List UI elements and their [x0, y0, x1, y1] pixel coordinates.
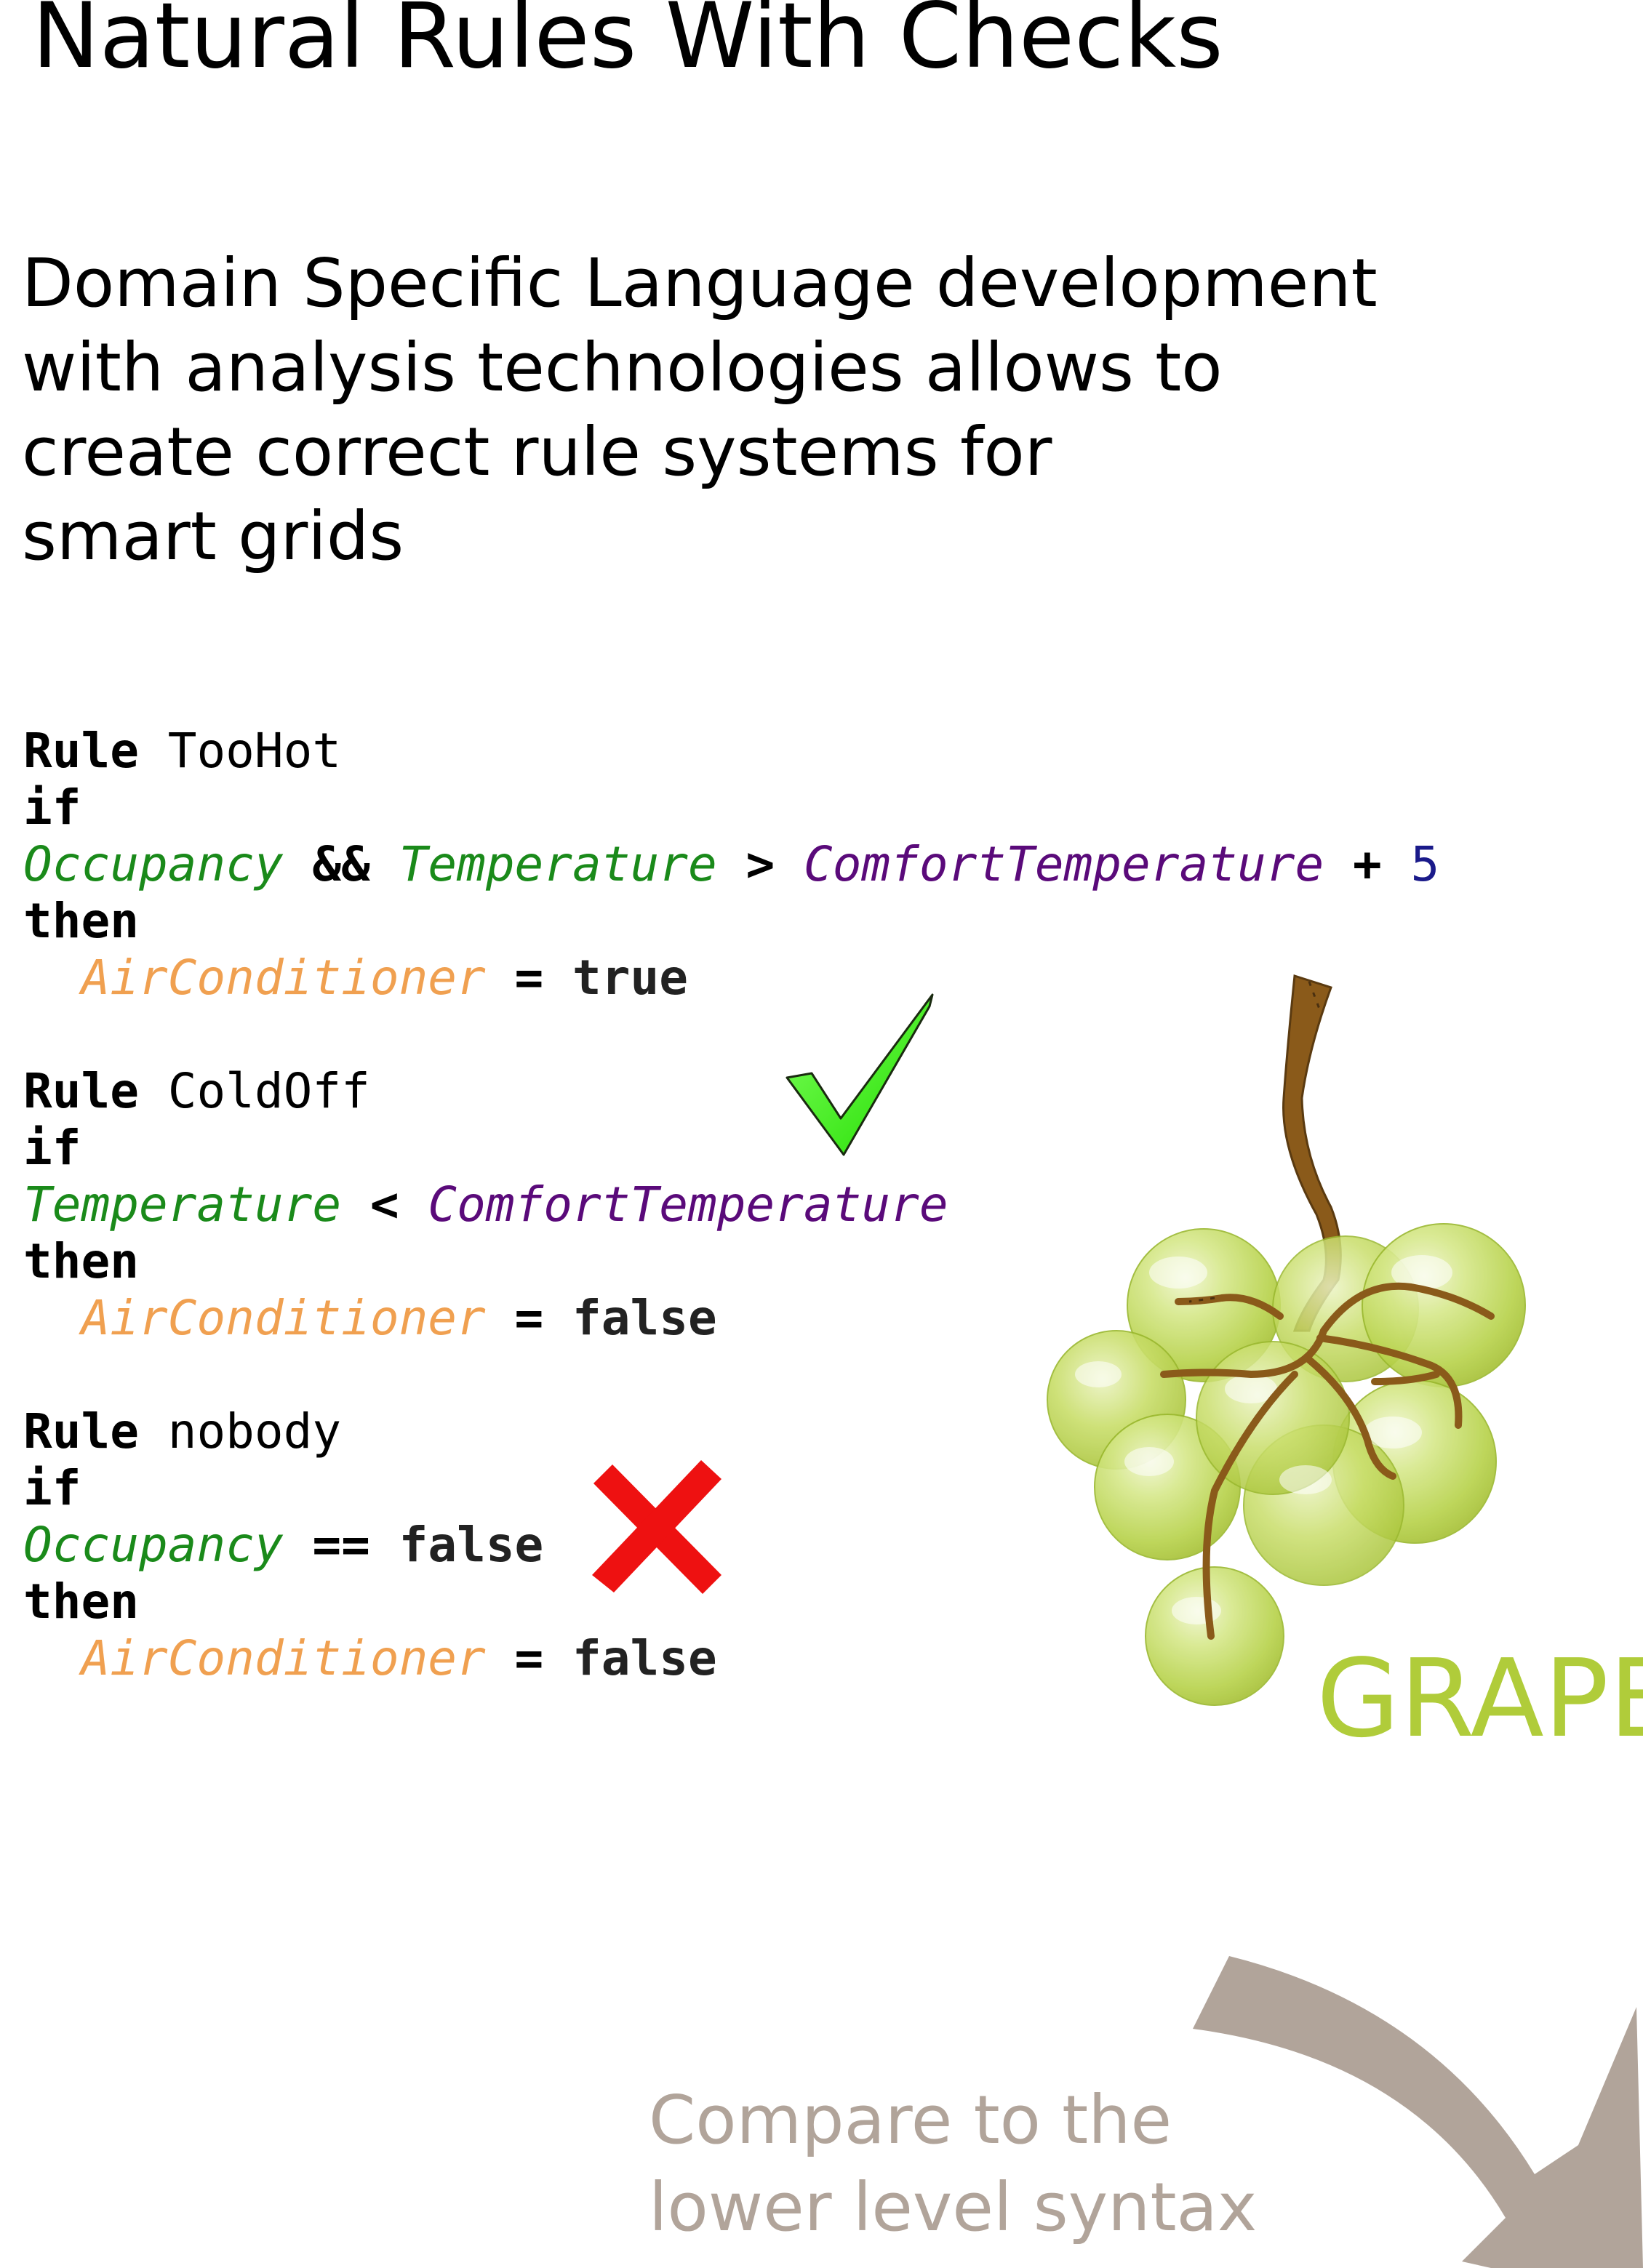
compare-note: Compare to the lower level syntax — [649, 2077, 1257, 2251]
rule-action: AirConditioner = false — [23, 1630, 717, 1687]
action-value: false — [572, 1290, 717, 1346]
operator: > — [745, 836, 775, 892]
compare-line: lower level syntax — [649, 2168, 1258, 2246]
condition-variable: Occupancy — [23, 1517, 284, 1573]
intro-text: Domain Specific Language development wit… — [22, 241, 1378, 579]
action-value: false — [572, 1630, 717, 1686]
intro-line: Domain Specific Language development — [22, 244, 1378, 322]
operator: = — [514, 950, 544, 1006]
operator: = — [514, 1630, 544, 1686]
action-target: AirConditioner — [81, 1290, 486, 1346]
action-value: true — [572, 950, 688, 1006]
then-keyword: then — [23, 893, 139, 949]
condition-variable: Temperature — [399, 836, 717, 892]
condition-parameter: ComfortTemperature — [428, 1177, 948, 1233]
cross-icon — [592, 1460, 721, 1594]
rule-keyword: Rule — [23, 1403, 139, 1459]
operator: < — [369, 1177, 399, 1233]
operator: = — [514, 1290, 544, 1346]
condition-literal: false — [399, 1517, 544, 1573]
condition-variable: Temperature — [23, 1177, 342, 1233]
rule-header: Rule TooHot — [23, 723, 1439, 780]
rule-name: TooHot — [167, 723, 342, 779]
rule-condition: Occupancy && Temperature > ComfortTemper… — [23, 836, 1439, 893]
condition-parameter: ComfortTemperature — [803, 836, 1324, 892]
condition-variable: Occupancy — [23, 836, 284, 892]
number-literal: 5 — [1410, 836, 1440, 892]
rule-action: AirConditioner = false — [23, 1290, 948, 1347]
rule-condition: Temperature < ComfortTemperature — [23, 1177, 948, 1233]
compare-line: Compare to the — [649, 2081, 1172, 2159]
action-target: AirConditioner — [81, 1630, 486, 1686]
rule-name: nobody — [167, 1403, 342, 1459]
rule-keyword: Rule — [23, 1063, 139, 1119]
page-title: Natural Rules With Checks — [32, 0, 1223, 89]
checkmark-icon — [785, 993, 934, 1156]
operator: && — [312, 836, 370, 892]
rule-header: Rule nobody — [23, 1403, 717, 1460]
grape-label: GRAPE — [1316, 1636, 1643, 1761]
then-keyword: then — [23, 1233, 139, 1289]
operator: + — [1352, 836, 1382, 892]
rule-toohot: Rule TooHot if Occupancy && Temperature > … — [23, 723, 1439, 1006]
operator: == — [312, 1517, 370, 1573]
intro-line: with analysis technologies allows to — [22, 329, 1223, 406]
curved-arrow-icon — [1193, 1956, 1643, 2268]
intro-line: smart grids — [22, 497, 404, 575]
rule-keyword: Rule — [23, 723, 139, 779]
action-target: AirConditioner — [81, 950, 486, 1006]
rule-name: ColdOff — [167, 1063, 370, 1119]
intro-line: create correct rule systems for — [22, 413, 1052, 491]
if-keyword: if — [23, 780, 81, 836]
